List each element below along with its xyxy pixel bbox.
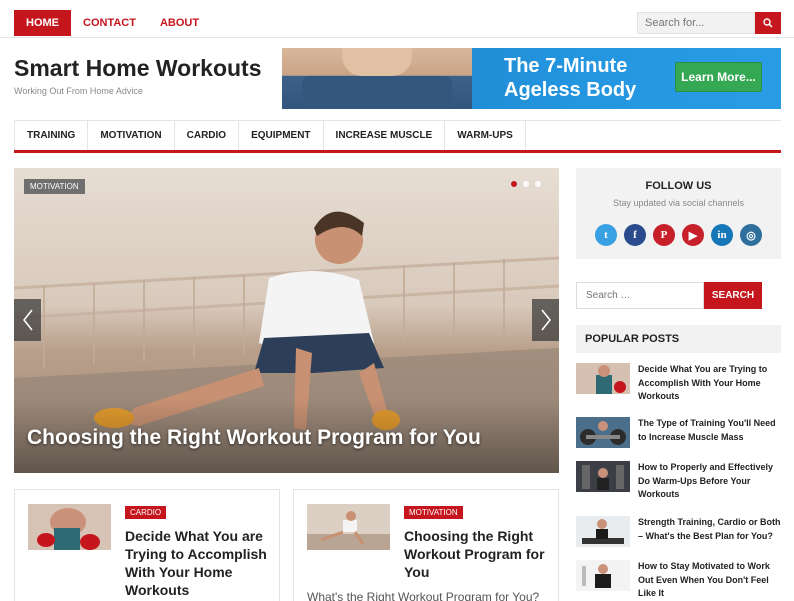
popular-post-title[interactable]: Strength Training, Cardio or Both – What…	[638, 516, 781, 543]
popular-post-thumbnail[interactable]	[576, 516, 630, 547]
top-nav-about[interactable]: ABOUT	[148, 10, 211, 36]
follow-us-title: FOLLOW US	[645, 180, 712, 192]
facebook-icon[interactable]: f	[624, 224, 646, 246]
popular-post-thumbnail[interactable]	[576, 560, 630, 591]
sidebar-search-input[interactable]	[576, 282, 704, 309]
post-card-excerpt: What's the Right Workout Program for You…	[307, 590, 540, 601]
main-nav-training[interactable]: TRAINING	[14, 121, 89, 150]
banner-cta-button[interactable]: Learn More...	[675, 62, 762, 92]
post-card-category[interactable]: CARDIO	[125, 506, 167, 519]
post-card-thumbnail[interactable]	[307, 504, 390, 550]
slider-dot[interactable]	[535, 181, 541, 187]
sidebar-search: SEARCH	[576, 282, 762, 309]
popular-post-item: Decide What You are Trying to Accomplish…	[576, 363, 781, 413]
main-nav-warm-ups[interactable]: WARM-UPS	[445, 121, 526, 150]
popular-posts-heading: POPULAR POSTS	[576, 325, 781, 353]
slide-title[interactable]: Choosing the Right Workout Program for Y…	[27, 426, 481, 450]
popular-post-item: The Type of Training You'll Need to Incr…	[576, 417, 781, 467]
sidebar-search-button[interactable]: SEARCH	[704, 282, 762, 309]
twitter-icon[interactable]: t	[595, 224, 617, 246]
instagram-icon[interactable]: ◎	[740, 224, 762, 246]
post-card-title[interactable]: Choosing the Right Workout Program for Y…	[404, 527, 549, 581]
top-search-button[interactable]	[755, 12, 781, 34]
pinterest-icon[interactable]: P	[653, 224, 675, 246]
main-nav-equipment[interactable]: EQUIPMENT	[239, 121, 324, 150]
popular-post-title[interactable]: How to Properly and Effectively Do Warm-…	[638, 461, 781, 502]
popular-post-title[interactable]: How to Stay Motivated to Work Out Even W…	[638, 560, 781, 601]
post-card: CARDIO Decide What You are Trying to Acc…	[14, 489, 280, 601]
post-card-title[interactable]: Decide What You are Trying to Accomplish…	[125, 527, 270, 599]
post-card: MOTIVATION Choosing the Right Workout Pr…	[293, 489, 559, 601]
popular-post-thumbnail[interactable]	[576, 461, 630, 492]
site-title[interactable]: Smart Home Workouts	[14, 55, 262, 82]
slider-dot[interactable]	[523, 181, 529, 187]
linkedin-icon[interactable]: in	[711, 224, 733, 246]
top-search	[637, 12, 781, 34]
popular-post-thumbnail[interactable]	[576, 363, 630, 394]
popular-post-title[interactable]: Decide What You are Trying to Accomplish…	[638, 363, 781, 404]
top-search-input[interactable]	[637, 12, 755, 34]
slider-next-button[interactable]	[532, 299, 559, 341]
popular-post-item: Strength Training, Cardio or Both – What…	[576, 516, 781, 566]
social-icons: t f P ▶ in ◎	[595, 224, 762, 246]
featured-slider[interactable]: MOTIVATION Choosing the Right Workout Pr…	[14, 168, 559, 473]
follow-us-widget: FOLLOW US Stay updated via social channe…	[576, 168, 781, 259]
top-nav-contact[interactable]: CONTACT	[71, 10, 148, 36]
popular-post-title[interactable]: The Type of Training You'll Need to Incr…	[638, 417, 781, 444]
youtube-icon[interactable]: ▶	[682, 224, 704, 246]
chevron-left-icon	[22, 309, 33, 331]
post-card-category[interactable]: MOTIVATION	[404, 506, 463, 519]
slide-category-badge[interactable]: MOTIVATION	[24, 179, 85, 194]
popular-post-item: How to Stay Motivated to Work Out Even W…	[576, 560, 781, 601]
main-nav-motivation[interactable]: MOTIVATION	[88, 121, 175, 150]
main-nav-cardio[interactable]: CARDIO	[175, 121, 240, 150]
search-icon	[763, 18, 773, 28]
site-tagline: Working Out From Home Advice	[14, 86, 143, 96]
banner-photo	[282, 48, 472, 109]
main-nav-increase-muscle[interactable]: INCREASE MUSCLE	[324, 121, 446, 150]
slider-dots	[511, 181, 541, 187]
chevron-right-icon	[540, 309, 551, 331]
top-nav: HOME CONTACT ABOUT	[14, 10, 211, 36]
slider-dot[interactable]	[511, 181, 517, 187]
follow-us-subtitle: Stay updated via social channels	[612, 198, 745, 208]
popular-post-item: How to Properly and Effectively Do Warm-…	[576, 461, 781, 511]
popular-post-thumbnail[interactable]	[576, 417, 630, 448]
top-nav-home[interactable]: HOME	[14, 10, 71, 36]
post-card-thumbnail[interactable]	[28, 504, 111, 550]
top-bar: HOME CONTACT ABOUT	[0, 0, 794, 38]
ad-banner[interactable]: The 7-Minute Ageless Body Learn More...	[282, 48, 781, 109]
main-nav: TRAINING MOTIVATION CARDIO EQUIPMENT INC…	[14, 120, 781, 153]
banner-headline: The 7-Minute Ageless Body	[504, 55, 637, 101]
slider-prev-button[interactable]	[14, 299, 41, 341]
